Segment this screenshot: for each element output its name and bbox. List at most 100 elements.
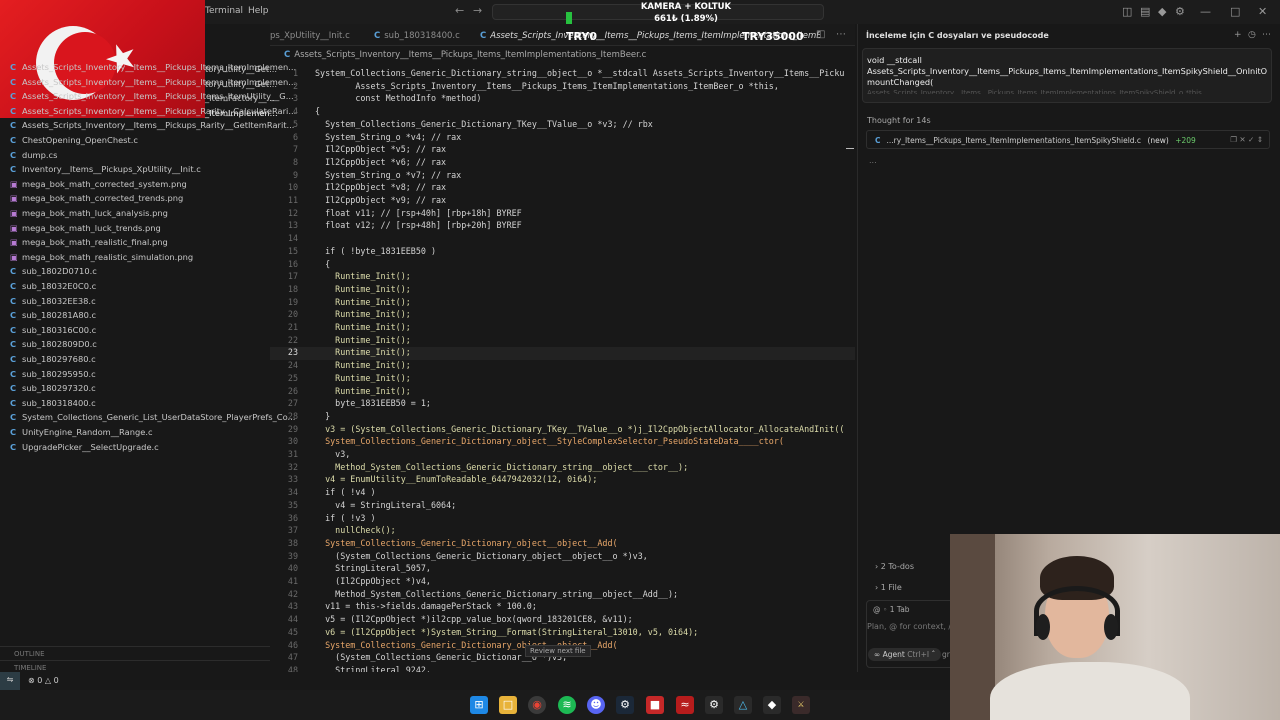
- code-line[interactable]: 35 v4 = StringLiteral_6064;: [270, 500, 855, 513]
- code-line[interactable]: 33 v4 = EnumUtility__EnumToReadable_6447…: [270, 474, 855, 487]
- code-line[interactable]: 9 System_String_o *v7; // rax: [270, 170, 855, 183]
- code-line[interactable]: 44 v5 = (Il2CppObject *)il2cpp_value_box…: [270, 614, 855, 627]
- expand-icon[interactable]: ⇕: [1257, 135, 1263, 144]
- python-app-icon[interactable]: △: [734, 696, 752, 714]
- code-line[interactable]: 8 Il2CppObject *v6; // rax: [270, 157, 855, 170]
- minimize-icon[interactable]: —: [1200, 5, 1211, 18]
- tab-sub-180318400[interactable]: Csub_180318400.c: [374, 31, 460, 41]
- explorer-file-item[interactable]: Csub_180297320.c: [10, 383, 96, 393]
- thought-duration[interactable]: Thought for 14s: [867, 116, 931, 125]
- timeline-section[interactable]: TIMELINE: [0, 660, 270, 672]
- explorer-file-item[interactable]: C Assets_Scripts_Inventory__Items__Pickup…: [10, 91, 294, 101]
- copy-icon[interactable]: ❐: [1230, 135, 1237, 144]
- settings-gear-icon[interactable]: ⚙: [1175, 5, 1185, 18]
- user-message-box[interactable]: void __stdcall Assets_Scripts_Inventory_…: [862, 48, 1272, 103]
- more-actions-icon[interactable]: ⋯: [836, 29, 846, 40]
- cursor-logo-icon[interactable]: ◆: [1158, 5, 1166, 18]
- close-window-icon[interactable]: ✕: [1258, 5, 1267, 18]
- toggle-sidebar-icon[interactable]: ◫: [1122, 5, 1132, 18]
- explorer-file-item[interactable]: C Assets_Scripts_Inventory__Items__Pickup…: [10, 77, 296, 87]
- chat-input-placeholder[interactable]: Plan, @ for context, /: [867, 622, 951, 631]
- code-line[interactable]: 19 Runtime_Init();: [270, 297, 855, 310]
- code-line[interactable]: 30 System_Collections_Generic_Dictionary…: [270, 436, 855, 449]
- code-line[interactable]: 4{: [270, 106, 855, 119]
- explorer-file-item[interactable]: Csub_18032E0C0.c: [10, 281, 96, 291]
- red-app-icon[interactable]: ■: [646, 696, 664, 714]
- new-chat-plus-icon[interactable]: +: [1234, 30, 1242, 40]
- file-explorer-icon[interactable]: □: [499, 696, 517, 714]
- context-tab-chip[interactable]: @ ◦ 1 Tab: [873, 605, 910, 614]
- steam-icon[interactable]: ⚙: [616, 696, 634, 714]
- explorer-file-item[interactable]: C UnityEngine_Random__Range.c: [10, 427, 153, 437]
- explorer-file-item[interactable]: Csub_1802809D0.c: [10, 339, 97, 349]
- code-line[interactable]: 10 Il2CppObject *v8; // rax: [270, 182, 855, 195]
- explorer-file-item[interactable]: C System_Collections_Generic_List_UserDat…: [10, 412, 295, 422]
- code-line[interactable]: 36 if ( !v3 ): [270, 513, 855, 526]
- code-line[interactable]: 2 Assets_Scripts_Inventory__Items__Picku…: [270, 81, 855, 94]
- chat-more-icon[interactable]: ⋯: [1262, 30, 1271, 40]
- explorer-file-item[interactable]: Csub_180281A80.c: [10, 310, 96, 320]
- windows-start-icon[interactable]: ⊞: [470, 696, 488, 714]
- code-line[interactable]: 28 }: [270, 411, 855, 424]
- code-line[interactable]: 29 v3 = (System_Collections_Generic_Dict…: [270, 424, 855, 437]
- game-app-icon[interactable]: ⚔: [792, 696, 810, 714]
- discord-icon[interactable]: ☻: [587, 696, 605, 714]
- code-line[interactable]: 34 if ( !v4 ): [270, 487, 855, 500]
- explorer-file-item[interactable]: Cdump.cs: [10, 150, 57, 160]
- menu-help[interactable]: Help: [248, 6, 269, 16]
- todos-section[interactable]: › 2 To-dos: [875, 562, 914, 571]
- maximize-icon[interactable]: □: [1230, 5, 1240, 18]
- code-line[interactable]: 39 (System_Collections_Generic_Dictionar…: [270, 551, 855, 564]
- code-line[interactable]: 22 Runtime_Init();: [270, 335, 855, 348]
- code-line[interactable]: 32 Method_System_Collections_Generic_Dic…: [270, 462, 855, 475]
- breadcrumb[interactable]: C Assets_Scripts_Inventory__Items__Pickup…: [270, 50, 855, 60]
- code-line[interactable]: 1 System_Collections_Generic_Dictionary_s…: [270, 68, 855, 81]
- explorer-file-item[interactable]: C Assets_Scripts_Inventory__Items__Pickup…: [10, 120, 294, 130]
- explorer-file-item[interactable]: Csub_180318400.c: [10, 398, 96, 408]
- tab-xputility[interactable]: ps_XpUtility__Init.c: [270, 31, 350, 41]
- toggle-panel-icon[interactable]: ▤: [1140, 5, 1150, 18]
- explorer-file-item[interactable]: C Assets_Scripts_Inventory__Items__Pickup…: [10, 62, 296, 72]
- code-line[interactable]: 37 nullCheck();: [270, 525, 855, 538]
- code-line[interactable]: 6 System_String_o *v4; // rax: [270, 132, 855, 145]
- explorer-file-item[interactable]: ▣ mega_bok_math_corrected_trends.png: [10, 193, 183, 203]
- explorer-file-item[interactable]: C ChestOpening_OpenChest.c: [10, 135, 138, 145]
- code-line[interactable]: 27 byte_1831EEB50 = 1;: [270, 398, 855, 411]
- wave-app-icon[interactable]: ≈: [676, 696, 694, 714]
- code-line[interactable]: 3 const MethodInfo *method): [270, 93, 855, 106]
- explorer-file-item[interactable]: ▣ mega_bok_math_realistic_final.png: [10, 237, 168, 247]
- review-next-file-tooltip[interactable]: Review next file: [525, 645, 591, 657]
- agent-mode-dropdown[interactable]: ∞ Agent Ctrl+I ˆ: [868, 648, 942, 661]
- code-line[interactable]: 16 {: [270, 259, 855, 272]
- history-icon[interactable]: ◷: [1248, 30, 1256, 40]
- code-line[interactable]: 11 Il2CppObject *v9; // rax: [270, 195, 855, 208]
- code-line[interactable]: 14: [270, 233, 855, 246]
- code-line[interactable]: 12 float v11; // [rsp+40h] [rbp+18h] BYR…: [270, 208, 855, 221]
- reject-icon[interactable]: ✕: [1239, 135, 1245, 144]
- files-section[interactable]: › 1 File: [875, 583, 902, 592]
- code-line[interactable]: 21 Runtime_Init();: [270, 322, 855, 335]
- cursor-app-icon[interactable]: ◆: [763, 696, 781, 714]
- code-line[interactable]: 31 v3,: [270, 449, 855, 462]
- explorer-file-item[interactable]: ▣ mega_bok_math_realistic_simulation.png: [10, 252, 193, 262]
- explorer-file-item[interactable]: C Assets_Scripts_Inventory__Items__Pickup…: [10, 106, 296, 116]
- code-line[interactable]: 13 float v12; // [rsp+48h] [rbp+20h] BYR…: [270, 220, 855, 233]
- explorer-file-item[interactable]: C Inventory__Items__Pickups_XpUtility__In…: [10, 164, 201, 174]
- explorer-file-item[interactable]: ▣ mega_bok_math_corrected_system.png: [10, 179, 187, 189]
- forward-arrow-icon[interactable]: →: [473, 4, 482, 17]
- code-line[interactable]: 26 Runtime_Init();: [270, 386, 855, 399]
- explorer-file-item[interactable]: Csub_180295950.c: [10, 369, 96, 379]
- code-line[interactable]: 45 v6 = (Il2CppObject *)System_String__F…: [270, 627, 855, 640]
- code-line[interactable]: 15 if ( !byte_1831EEB50 ): [270, 246, 855, 259]
- accept-check-icon[interactable]: ✓: [1248, 135, 1254, 144]
- remote-indicator-icon[interactable]: ⇋: [0, 672, 20, 690]
- code-line[interactable]: 40 StringLiteral_5057,: [270, 563, 855, 576]
- code-line[interactable]: 24 Runtime_Init();: [270, 360, 855, 373]
- code-line[interactable]: 5 System_Collections_Generic_Dictionary_…: [270, 119, 855, 132]
- code-line[interactable]: 23 Runtime_Init();: [270, 347, 855, 361]
- model-selector-partial[interactable]: gr: [942, 650, 950, 659]
- code-line[interactable]: 43 v11 = this->fields.damagePerStack * 1…: [270, 601, 855, 614]
- explorer-file-item[interactable]: ▣ mega_bok_math_luck_analysis.png: [10, 208, 168, 218]
- explorer-file-item[interactable]: Csub_180297680.c: [10, 354, 96, 364]
- code-line[interactable]: 41 (Il2CppObject *)v4,: [270, 576, 855, 589]
